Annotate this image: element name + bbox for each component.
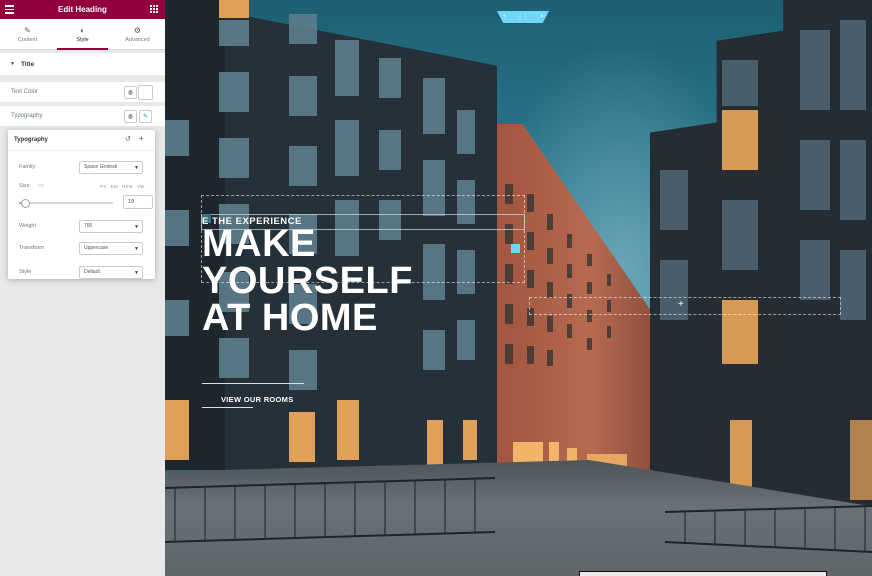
weight-value: 700 xyxy=(84,223,93,229)
unit-px[interactable]: PX xyxy=(100,184,107,189)
transform-label: Transform xyxy=(19,245,44,251)
hamburger-menu-icon[interactable] xyxy=(5,5,14,14)
style-label: Style xyxy=(19,269,32,275)
next-section-strip xyxy=(579,571,827,576)
panel-tabs: ✎ Content ◐ Style ⚙ Advanced xyxy=(0,19,165,50)
editor-panel: Edit Heading ✎ Content ◐ Style ⚙ Advance… xyxy=(0,0,166,576)
responsive-desktop-icon[interactable]: ▭ xyxy=(38,182,44,189)
chevron-down-icon: ▼ xyxy=(134,223,139,230)
chevron-down-icon: ▼ xyxy=(134,245,139,252)
globe-icon[interactable]: ◍ xyxy=(124,86,137,99)
unit-rem[interactable]: REM xyxy=(122,184,133,189)
chevron-down-icon: ▼ xyxy=(134,269,139,276)
size-row: Size ▭ PX EM REM VW xyxy=(8,178,155,194)
typography-control: Typography ◍ ✎ xyxy=(0,106,165,126)
size-value: 19 xyxy=(128,199,135,205)
preview-canvas: + ⋮⋮ × + E THE EXPERIENCE MAKE YOURSELF … xyxy=(165,0,872,576)
tab-style-label: Style xyxy=(76,36,89,43)
popover-title: Typography xyxy=(14,137,48,143)
style-value: Default xyxy=(84,269,100,275)
section-handle[interactable]: + ⋮⋮ × xyxy=(497,11,549,23)
style-row: Style Default ▼ xyxy=(8,264,155,279)
weight-label: Weight xyxy=(19,223,37,229)
section-title[interactable]: ▼ Title xyxy=(0,53,165,75)
transform-value: Uppercase xyxy=(84,245,109,251)
family-select[interactable]: Space Grotesk ▼ xyxy=(79,160,143,174)
unit-em[interactable]: EM xyxy=(111,184,118,189)
text-color-control: Text Color ◍ xyxy=(0,82,165,102)
weight-row: Weight 700 ▼ xyxy=(8,218,155,234)
hero-heading-line-1: MAKE xyxy=(202,223,316,265)
family-row: Family Space Grotesk ▼ xyxy=(8,159,155,175)
tab-advanced-label: Advanced xyxy=(125,36,150,43)
widgets-grid-icon[interactable] xyxy=(150,5,158,13)
globe-icon[interactable]: ◍ xyxy=(124,110,137,123)
heading-edit-handle[interactable] xyxy=(511,244,520,253)
reset-icon[interactable]: ↺ xyxy=(125,135,131,143)
tab-advanced[interactable]: ⚙ Advanced xyxy=(110,19,165,49)
size-units: PX EM REM VW xyxy=(100,184,149,189)
popover-header: Typography xyxy=(8,130,155,151)
size-slider-handle[interactable] xyxy=(20,199,30,208)
section-title-label: Title xyxy=(20,60,35,68)
size-label: Size xyxy=(19,183,30,189)
color-swatch[interactable] xyxy=(138,85,153,100)
right-building-windows xyxy=(660,20,872,500)
panel-header: Edit Heading xyxy=(0,0,165,19)
tab-content-label: Content xyxy=(17,36,38,43)
add-widget-icon[interactable]: + xyxy=(678,299,684,310)
transform-select[interactable]: Uppercase ▼ xyxy=(79,241,143,255)
panel-title: Edit Heading xyxy=(58,5,107,14)
hero-heading[interactable]: MAKE YOURSELF AT HOME xyxy=(202,223,413,339)
move-icon[interactable]: ⋮⋮ xyxy=(517,14,529,21)
chevron-down-icon: ▼ xyxy=(134,164,139,171)
unit-vw[interactable]: VW xyxy=(137,184,145,189)
text-color-label: Text Color xyxy=(11,89,39,95)
family-label: Family xyxy=(19,164,36,170)
typography-label: Typography xyxy=(11,113,43,119)
fences xyxy=(165,477,872,553)
hero-heading-line-2: YOURSELF xyxy=(202,260,413,302)
add-icon[interactable]: + xyxy=(139,134,144,143)
hero-heading-line-3: AT HOME xyxy=(202,297,378,339)
style-select[interactable]: Default ▼ xyxy=(79,265,143,279)
edit-typography-icon[interactable]: ✎ xyxy=(139,110,152,123)
empty-column-outline xyxy=(529,297,841,315)
weight-select[interactable]: 700 ▼ xyxy=(79,219,143,233)
view-rooms-link[interactable]: VIEW OUR ROOMS xyxy=(221,395,294,404)
caret-down-icon: ▼ xyxy=(10,61,15,67)
add-section-icon[interactable]: + xyxy=(502,14,506,20)
size-slider[interactable] xyxy=(19,199,113,208)
link-underline xyxy=(202,407,253,408)
pencil-icon: ✎ xyxy=(24,25,31,35)
tab-content[interactable]: ✎ Content xyxy=(0,19,55,49)
transform-row: Transform Uppercase ▼ xyxy=(8,240,155,256)
half-circle-icon: ◐ xyxy=(80,25,85,35)
close-icon[interactable]: × xyxy=(540,14,544,20)
family-value: Space Grotesk xyxy=(84,164,118,170)
size-input[interactable]: 19 xyxy=(123,195,153,209)
gear-icon: ⚙ xyxy=(133,25,142,35)
tab-style[interactable]: ◐ Style xyxy=(55,19,110,50)
typography-popover: Typography ↺ + Family Space Grotesk ▼ Si… xyxy=(8,130,155,279)
divider-line xyxy=(202,383,304,384)
